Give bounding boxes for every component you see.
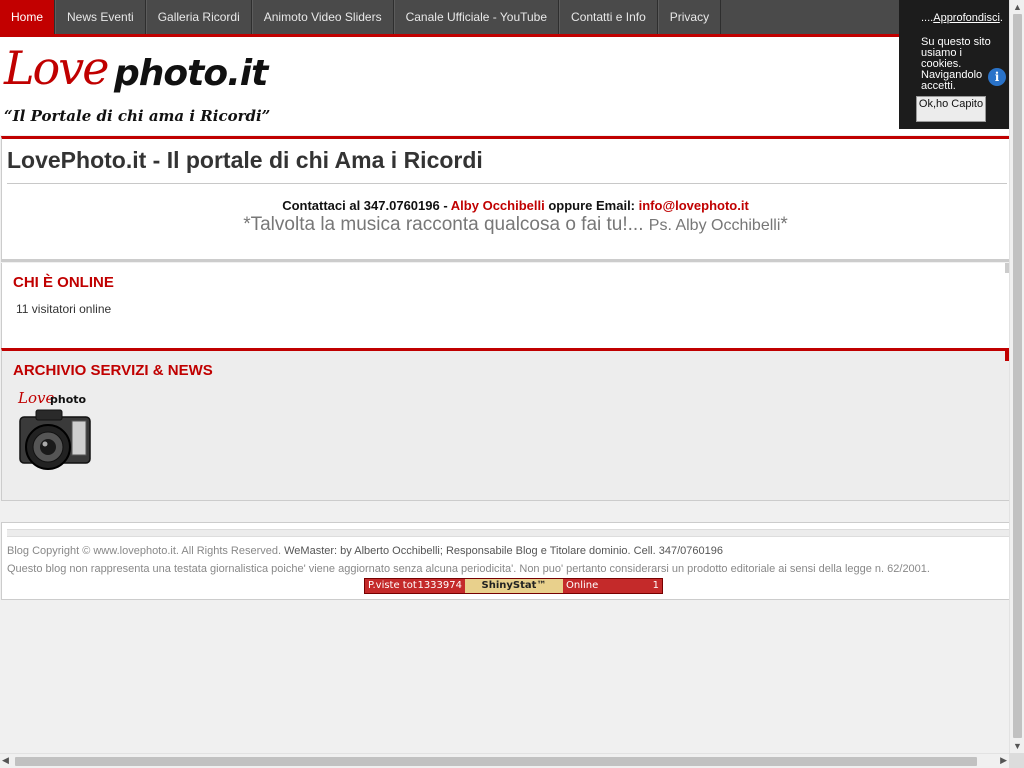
cookie-link-suffix: . bbox=[999, 12, 1003, 24]
nav-item-home[interactable]: Home bbox=[0, 0, 56, 34]
horizontal-scrollbar[interactable]: ◀ ▶ bbox=[0, 753, 1009, 768]
contact-email-link[interactable]: info@lovephoto.it bbox=[639, 198, 749, 213]
footer-disclaimer: Questo blog non rappresenta una testata … bbox=[7, 563, 930, 575]
page-viewport: Home News Eventi Galleria Ricordi Animot… bbox=[0, 0, 1009, 753]
online-title: CHI È ONLINE bbox=[13, 274, 114, 291]
nav-item-animoto-video-sliders[interactable]: Animoto Video Sliders bbox=[251, 0, 394, 34]
logo-love-text: Love bbox=[4, 41, 109, 95]
scrollbar-corner bbox=[1009, 753, 1024, 768]
title-divider bbox=[7, 183, 1007, 184]
vertical-scroll-thumb[interactable] bbox=[1013, 14, 1022, 738]
stat-online-value: 1 bbox=[652, 580, 659, 591]
footer-bar bbox=[7, 529, 1009, 537]
archive-logo-love: Love bbox=[17, 389, 54, 407]
footer-webmaster-name: Alberto Occhibelli; Responsabile Blog e … bbox=[354, 545, 723, 557]
online-box: CHI È ONLINE 11 visitatori online bbox=[1, 263, 1009, 348]
cookie-link-row: ....Approfondisci. bbox=[921, 12, 1003, 24]
online-count: 11 visitatori online bbox=[16, 302, 112, 316]
contact-name-link[interactable]: Alby Occhibelli bbox=[451, 198, 545, 213]
intro-box: LovePhoto.it - Il portale di chi Ama i R… bbox=[1, 136, 1009, 262]
nav-item-contatti-info[interactable]: Contatti e Info bbox=[559, 0, 658, 34]
archive-box: ARCHIVIO SERVIZI & NEWS Love photo bbox=[1, 348, 1009, 501]
nav-item-privacy[interactable]: Privacy bbox=[657, 0, 722, 34]
main-nav: Home News Eventi Galleria Ricordi Animot… bbox=[0, 0, 1009, 37]
stat-views-label: P.viste tot bbox=[368, 580, 417, 591]
footer-copyright-text: Blog Copyright © www.lovephoto.it. All R… bbox=[7, 545, 285, 557]
nav-item-news-eventi[interactable]: News Eventi bbox=[55, 0, 146, 34]
contact-mid: oppure Email: bbox=[544, 198, 639, 213]
quote-text: *Talvolta la musica racconta qualcosa o … bbox=[243, 214, 649, 235]
quote-ps: Ps. Alby Occhibelli bbox=[648, 217, 781, 234]
stat-views-value: 1333974 bbox=[417, 580, 462, 591]
vertical-scrollbar[interactable]: ▲ ▼ bbox=[1009, 0, 1024, 753]
cookie-banner: ....Approfondisci. Su questo sito usiamo… bbox=[899, 0, 1009, 129]
archive-title: ARCHIVIO SERVIZI & NEWS bbox=[13, 362, 213, 379]
info-icon: i bbox=[988, 68, 1006, 86]
contact-prefix: Contattaci al 347.0760196 - bbox=[282, 198, 451, 213]
cookie-text: Su questo sito usiamo i cookies. Navigan… bbox=[921, 36, 991, 92]
nav-item-canale-youtube[interactable]: Canale Ufficiale - YouTube bbox=[393, 0, 560, 34]
nav-item-galleria-ricordi[interactable]: Galleria Ricordi bbox=[145, 0, 252, 34]
page-title: LovePhoto.it - Il portale di chi Ama i R… bbox=[7, 147, 483, 173]
quote-end: * bbox=[780, 214, 788, 235]
stat-online-label: Online bbox=[566, 580, 599, 591]
cookie-accept-button[interactable]: Ok,ho Capito bbox=[916, 96, 986, 122]
cookie-approfondisci-link[interactable]: Approfondisci bbox=[933, 12, 1000, 24]
site-header: Love photo.it “Il Portale di chi ama i R… bbox=[0, 37, 1009, 135]
site-logo[interactable]: Love photo.it “Il Portale di chi ama i R… bbox=[4, 41, 284, 129]
logo-tagline: “Il Portale di chi ama i Ricordi” bbox=[4, 107, 271, 125]
contact-line: Contattaci al 347.0760196 - Alby Occhibe… bbox=[2, 198, 1009, 213]
horizontal-scroll-thumb[interactable] bbox=[15, 757, 977, 766]
stat-online: Online 1 bbox=[563, 579, 662, 593]
cookie-link-prefix: .... bbox=[921, 12, 934, 24]
stat-brand: ShinyStat™ bbox=[465, 579, 563, 593]
scroll-up-icon[interactable]: ▲ bbox=[1013, 2, 1022, 12]
archive-logo-photo: photo bbox=[50, 393, 87, 406]
stat-views: P.viste tot 1333974 bbox=[365, 579, 465, 593]
music-quote: *Talvolta la musica racconta qualcosa o … bbox=[2, 214, 1009, 236]
scroll-right-icon[interactable]: ▶ bbox=[1000, 755, 1007, 766]
footer-copyright: Blog Copyright © www.lovephoto.it. All R… bbox=[7, 545, 723, 557]
site-footer: Blog Copyright © www.lovephoto.it. All R… bbox=[1, 522, 1009, 600]
shinystat-counter[interactable]: P.viste tot 1333974 ShinyStat™ Online 1 bbox=[364, 578, 663, 594]
footer-webmaster-label: WeMaster: by bbox=[284, 545, 355, 557]
scroll-left-icon[interactable]: ◀ bbox=[2, 755, 9, 766]
camera-logo-icon[interactable]: Love photo bbox=[14, 389, 96, 477]
scroll-down-icon[interactable]: ▼ bbox=[1013, 741, 1022, 751]
logo-photo-text: photo.it bbox=[114, 53, 268, 94]
